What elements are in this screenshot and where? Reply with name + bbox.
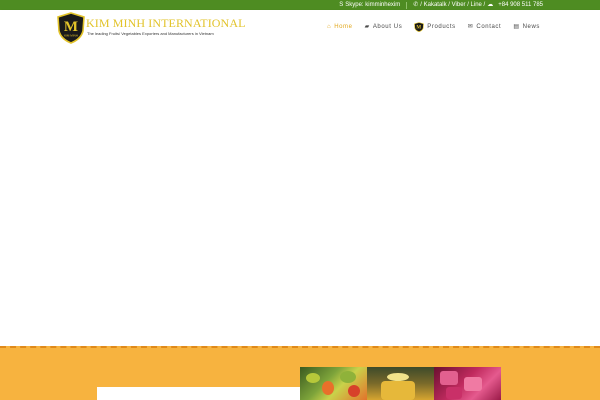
- nav-about-us[interactable]: ▰ About Us: [365, 24, 403, 30]
- wechat-icon: ☁: [487, 2, 494, 8]
- nav-label: Products: [427, 24, 456, 30]
- dragon-fruit-image[interactable]: [434, 367, 501, 400]
- whatsapp-icon: ✆: [413, 2, 419, 8]
- nav-contact[interactable]: ✉ Contact: [468, 24, 502, 30]
- badge-letter: M: [417, 26, 422, 31]
- top-contact-bar: S Skype: kimminhexim ✆ / Kakatalk / Vibe…: [0, 0, 600, 10]
- nav-label: Contact: [476, 24, 502, 30]
- nav-home[interactable]: ⌂ Home: [327, 24, 353, 30]
- newspaper-icon: ▤: [513, 24, 520, 30]
- logo-badge-icon[interactable]: M KIM MINH: [56, 12, 86, 44]
- home-icon: ⌂: [326, 24, 332, 30]
- skype-text: Skype: kimminhexim: [345, 2, 401, 8]
- product-image-strip: [300, 367, 503, 400]
- site-header: M KIM MINH KIM MINH INTERNATIONAL The le…: [0, 10, 600, 46]
- fruits-image[interactable]: [300, 367, 367, 400]
- nav-label: News: [522, 24, 540, 30]
- content-card: [97, 387, 307, 400]
- envelope-icon: ✉: [467, 24, 474, 30]
- hero-area: [0, 46, 600, 346]
- juice-image[interactable]: [367, 367, 434, 400]
- nav-news[interactable]: ▤ News: [513, 24, 540, 30]
- messaging-text: / Kakatalk / Viber / Line /: [420, 2, 486, 8]
- main-nav: ⌂ Home ▰ About Us M Products ✉ Contact ▤…: [327, 22, 540, 32]
- badge-text: KIM MINH: [64, 34, 78, 38]
- divider: [406, 1, 408, 9]
- briefcase-icon: ▰: [364, 24, 370, 30]
- messaging-contact[interactable]: ✆ / Kakatalk / Viber / Line / ☁ +84 908 …: [413, 2, 543, 8]
- skype-contact[interactable]: S Skype: kimminhexim: [339, 2, 400, 8]
- nav-products[interactable]: M Products: [414, 22, 455, 32]
- phone-text: +84 908 511 785: [498, 2, 543, 8]
- logo-badge-icon: M: [414, 22, 425, 32]
- nav-label: About Us: [372, 24, 403, 30]
- skype-icon: S: [339, 2, 344, 8]
- brand-tagline: The leading Fruits/ Vegetables Exporters…: [87, 31, 214, 36]
- nav-label: Home: [334, 24, 353, 30]
- brand-name[interactable]: KIM MINH INTERNATIONAL: [86, 16, 246, 31]
